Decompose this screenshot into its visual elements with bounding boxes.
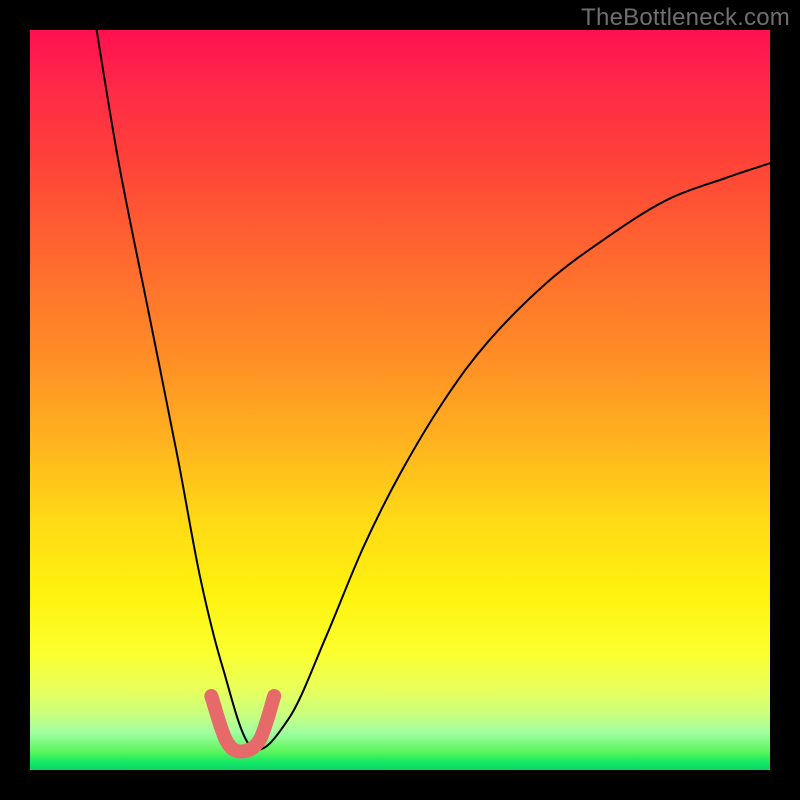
chart-frame: TheBottleneck.com [0,0,800,800]
watermark-text: TheBottleneck.com [581,4,790,32]
chart-svg [30,30,770,770]
plot-area [30,30,770,770]
curve-path [97,30,770,750]
optimum-marker-path [211,696,274,752]
